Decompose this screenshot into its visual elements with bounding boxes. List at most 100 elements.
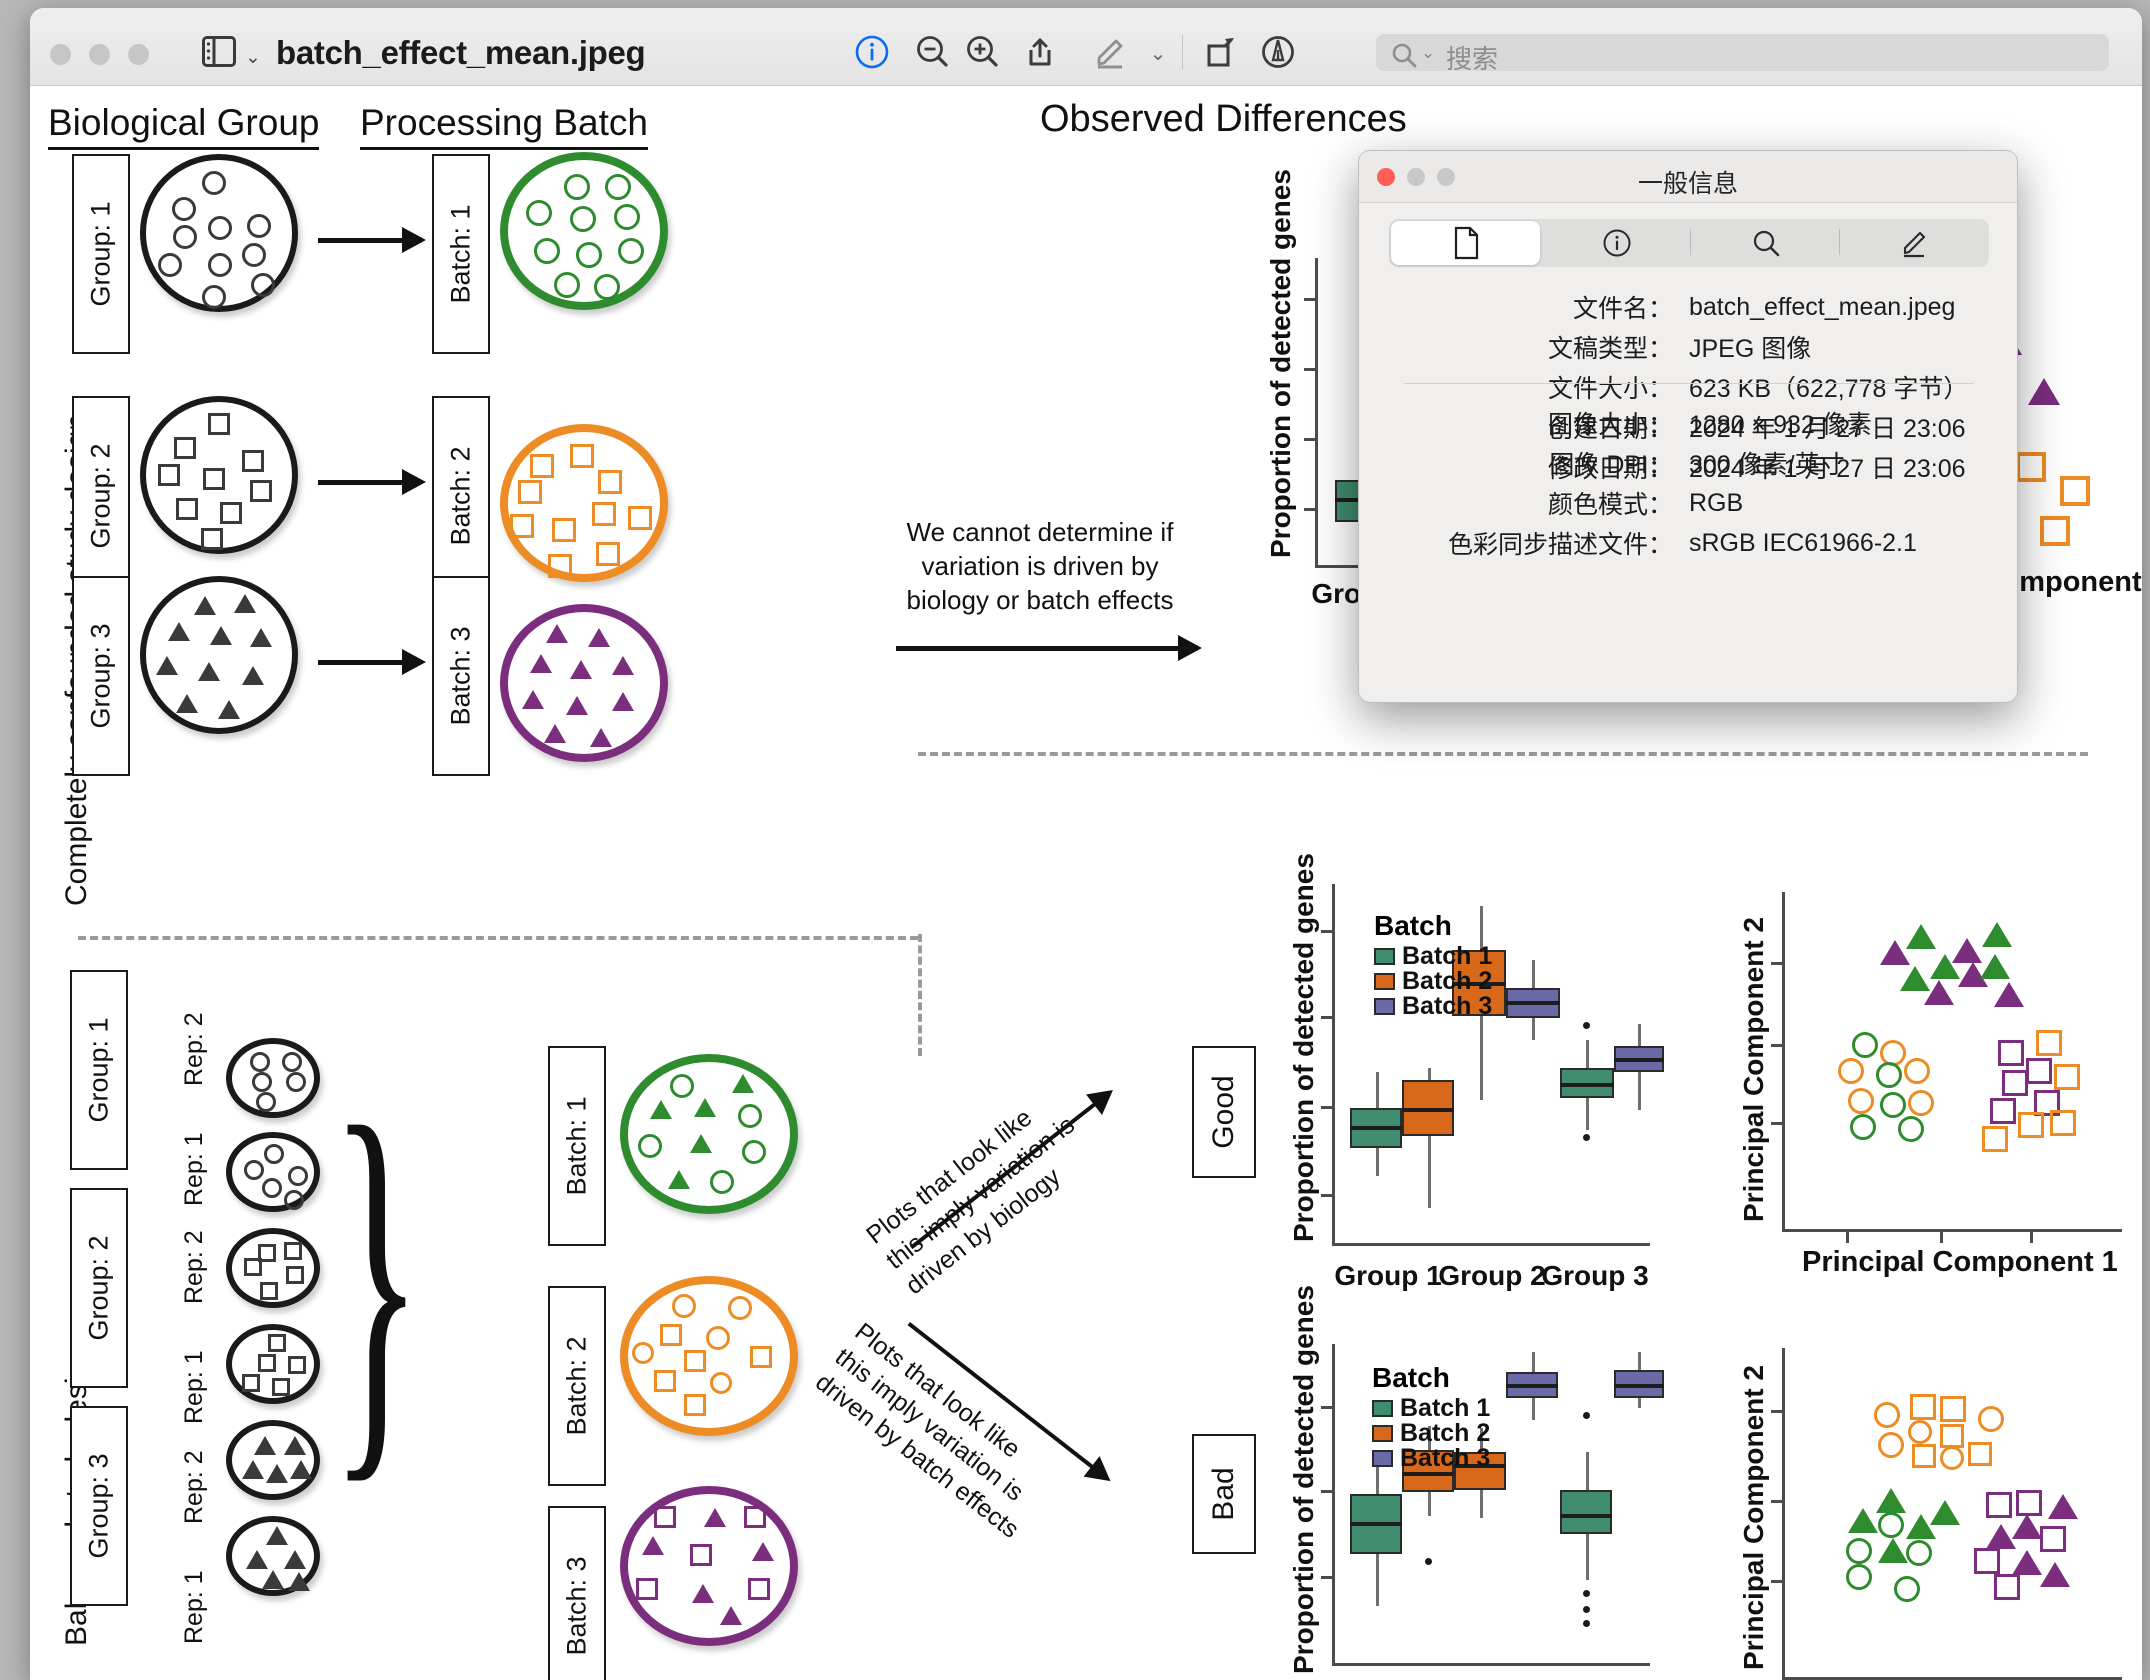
bad-box: Bad <box>1192 1434 1256 1554</box>
rep-label-1: Rep: 2 <box>180 1012 208 1086</box>
batch-label: Batch: 1 <box>561 1096 592 1196</box>
legend-title: Batch <box>1372 1362 1450 1393</box>
search-chevron-down-icon[interactable]: ⌄ <box>1421 43 1435 63</box>
x-axis <box>1332 1243 1650 1246</box>
legend-swatch <box>1372 1400 1393 1417</box>
balanced-batch-dish-1 <box>620 1054 798 1214</box>
info-key: 图像 DPI： <box>1549 451 1673 479</box>
balanced-dish-g2-r1 <box>226 1324 320 1404</box>
document-title: batch_effect_mean.jpeg <box>276 34 646 71</box>
group-box-2: Group: 2 <box>72 396 130 596</box>
group-label: Group: 1 <box>85 201 116 307</box>
zoom-in-icon[interactable] <box>960 30 1004 74</box>
info-row: 图像 DPI： 300 像素/英寸 <box>1359 443 2017 483</box>
y-axis <box>1332 1344 1335 1666</box>
legend-swatch <box>1374 973 1395 990</box>
x-axis <box>1332 1663 1650 1666</box>
y-axis <box>1332 884 1335 1246</box>
markup-chevron-down-icon[interactable]: ⌄ <box>1140 36 1176 72</box>
info-dialog: 一般信息 文件名： batch_effect_mean.jpeg 文稿类型： J… <box>1358 150 2018 703</box>
balanced-group-box-3: Group: 3 <box>70 1406 128 1606</box>
chart-legend: Batch Batch 1 Batch 2 Batch 3 <box>1374 910 1492 1020</box>
sidebar-toggle-icon[interactable] <box>202 36 236 67</box>
info-key: 文件名： <box>1572 295 1673 323</box>
rotate-icon[interactable] <box>1198 30 1242 74</box>
y-axis <box>1315 258 1318 568</box>
tab-more-info[interactable] <box>1542 219 1691 267</box>
biological-dish-group3 <box>140 576 298 734</box>
group-box-3: Group: 3 <box>72 576 130 776</box>
batch-label: Batch: 3 <box>445 626 476 726</box>
search-input[interactable]: ⌄ 搜索 <box>1376 34 2109 74</box>
tab-annotations[interactable] <box>1840 219 1989 267</box>
balanced-group-box-2: Group: 2 <box>70 1188 128 1388</box>
close-button[interactable] <box>50 44 71 65</box>
good-label: Good <box>1207 1075 1240 1149</box>
minimize-button[interactable] <box>89 44 110 65</box>
window-titlebar: ⌄ batch_effect_mean.jpeg ⌄ ⌄ 搜索 <box>30 8 2142 86</box>
info-key: 颜色模式： <box>1547 491 1673 519</box>
maximize-button[interactable] <box>128 44 149 65</box>
group-label: Group: 3 <box>83 1453 114 1559</box>
rep-label-4: Rep: 1 <box>180 1350 208 1424</box>
bad-annotation: Plots that look like this imply variatio… <box>810 1317 1029 1544</box>
toolbar-divider <box>1182 35 1183 69</box>
legend-swatch <box>1372 1450 1393 1467</box>
grouping-brace: } <box>330 1041 423 1517</box>
dialog-tab-bar <box>1389 219 1989 267</box>
info-icon[interactable] <box>850 30 894 74</box>
group-label: Group: 1 <box>83 1017 114 1123</box>
annotate-pen-circle-icon[interactable] <box>1256 30 1300 74</box>
info-rows-group-2: 图像大小： 1280 × 932 像素 图像 DPI： 300 像素/英寸 颜色… <box>1359 403 2017 563</box>
info-value: RGB <box>1689 488 1744 517</box>
chart-good-boxplot: Proportion of detected genes Batch Batch… <box>1288 853 1664 1291</box>
info-row: 颜色模式： RGB <box>1359 483 2017 523</box>
chart-bad-boxplot: Proportion of detected genes Batch Batch… <box>1288 1285 1664 1674</box>
chart-good-pca: Principal Component 2 Principal Componen… <box>1738 892 2122 1278</box>
dialog-title: 一般信息 <box>1637 170 1738 198</box>
balanced-dish-g3-r1 <box>226 1516 320 1596</box>
chevron-down-icon[interactable]: ⌄ <box>245 46 261 69</box>
search-icon <box>1390 41 1418 74</box>
balanced-batch-box-2: Batch: 2 <box>548 1286 606 1486</box>
tab-search[interactable] <box>1691 219 1840 267</box>
legend-title: Batch <box>1374 910 1452 941</box>
legend-item: Batch 1 <box>1374 942 1492 970</box>
info-value: 623 KB（622,778 字节） <box>1689 375 1969 403</box>
x-axis <box>1782 1229 2122 1232</box>
column-header-biological-group: Biological Group <box>48 102 320 150</box>
batch-box-3: Batch: 3 <box>432 576 490 776</box>
pencil-icon <box>1903 231 1925 258</box>
balanced-dish-g2-r2 <box>226 1228 320 1308</box>
column-header-processing-batch: Processing Batch <box>360 102 648 150</box>
balanced-dish-g1-r1 <box>226 1132 320 1212</box>
y-axis <box>1782 892 1785 1232</box>
info-row: 色彩同步描述文件： sRGB IEC61966-2.1 <box>1359 523 2017 563</box>
info-key: 色彩同步描述文件： <box>1447 531 1673 559</box>
markup-pen-icon[interactable] <box>1088 30 1132 74</box>
share-icon[interactable] <box>1018 30 1062 74</box>
confounded-annotation: We cannot determine if variation is driv… <box>906 517 1174 615</box>
info-key: 文件大小： <box>1547 375 1673 403</box>
legend-swatch <box>1374 998 1395 1015</box>
info-value: 1280 × 932 像素 <box>1689 411 1872 439</box>
y-axis <box>1782 1348 1785 1680</box>
biological-dish-group1 <box>140 154 298 312</box>
batch-label: Batch: 1 <box>445 204 476 304</box>
y-axis-label: Principal Component 2 <box>1738 1365 1769 1670</box>
divider-dashed-right <box>918 752 2088 756</box>
document-icon <box>1454 226 1478 260</box>
search-icon <box>1753 230 1779 257</box>
chart-legend: Batch Batch 1 Batch 2 Batch 3 <box>1372 1362 1490 1472</box>
info-value: batch_effect_mean.jpeg <box>1689 292 1956 321</box>
search-placeholder: 搜索 <box>1446 44 1499 74</box>
zoom-out-icon[interactable] <box>910 30 954 74</box>
info-row: 文件名： batch_effect_mean.jpeg <box>1359 287 2017 327</box>
group-box-1: Group: 1 <box>72 154 130 354</box>
rep-label-6: Rep: 1 <box>180 1570 208 1644</box>
batch-label: Batch: 2 <box>561 1336 592 1436</box>
y-axis-label: Proportion of detected genes <box>1265 169 1296 558</box>
info-key: 文稿类型： <box>1547 335 1673 363</box>
tab-general[interactable] <box>1391 221 1540 265</box>
info-circle-icon <box>1603 229 1630 257</box>
